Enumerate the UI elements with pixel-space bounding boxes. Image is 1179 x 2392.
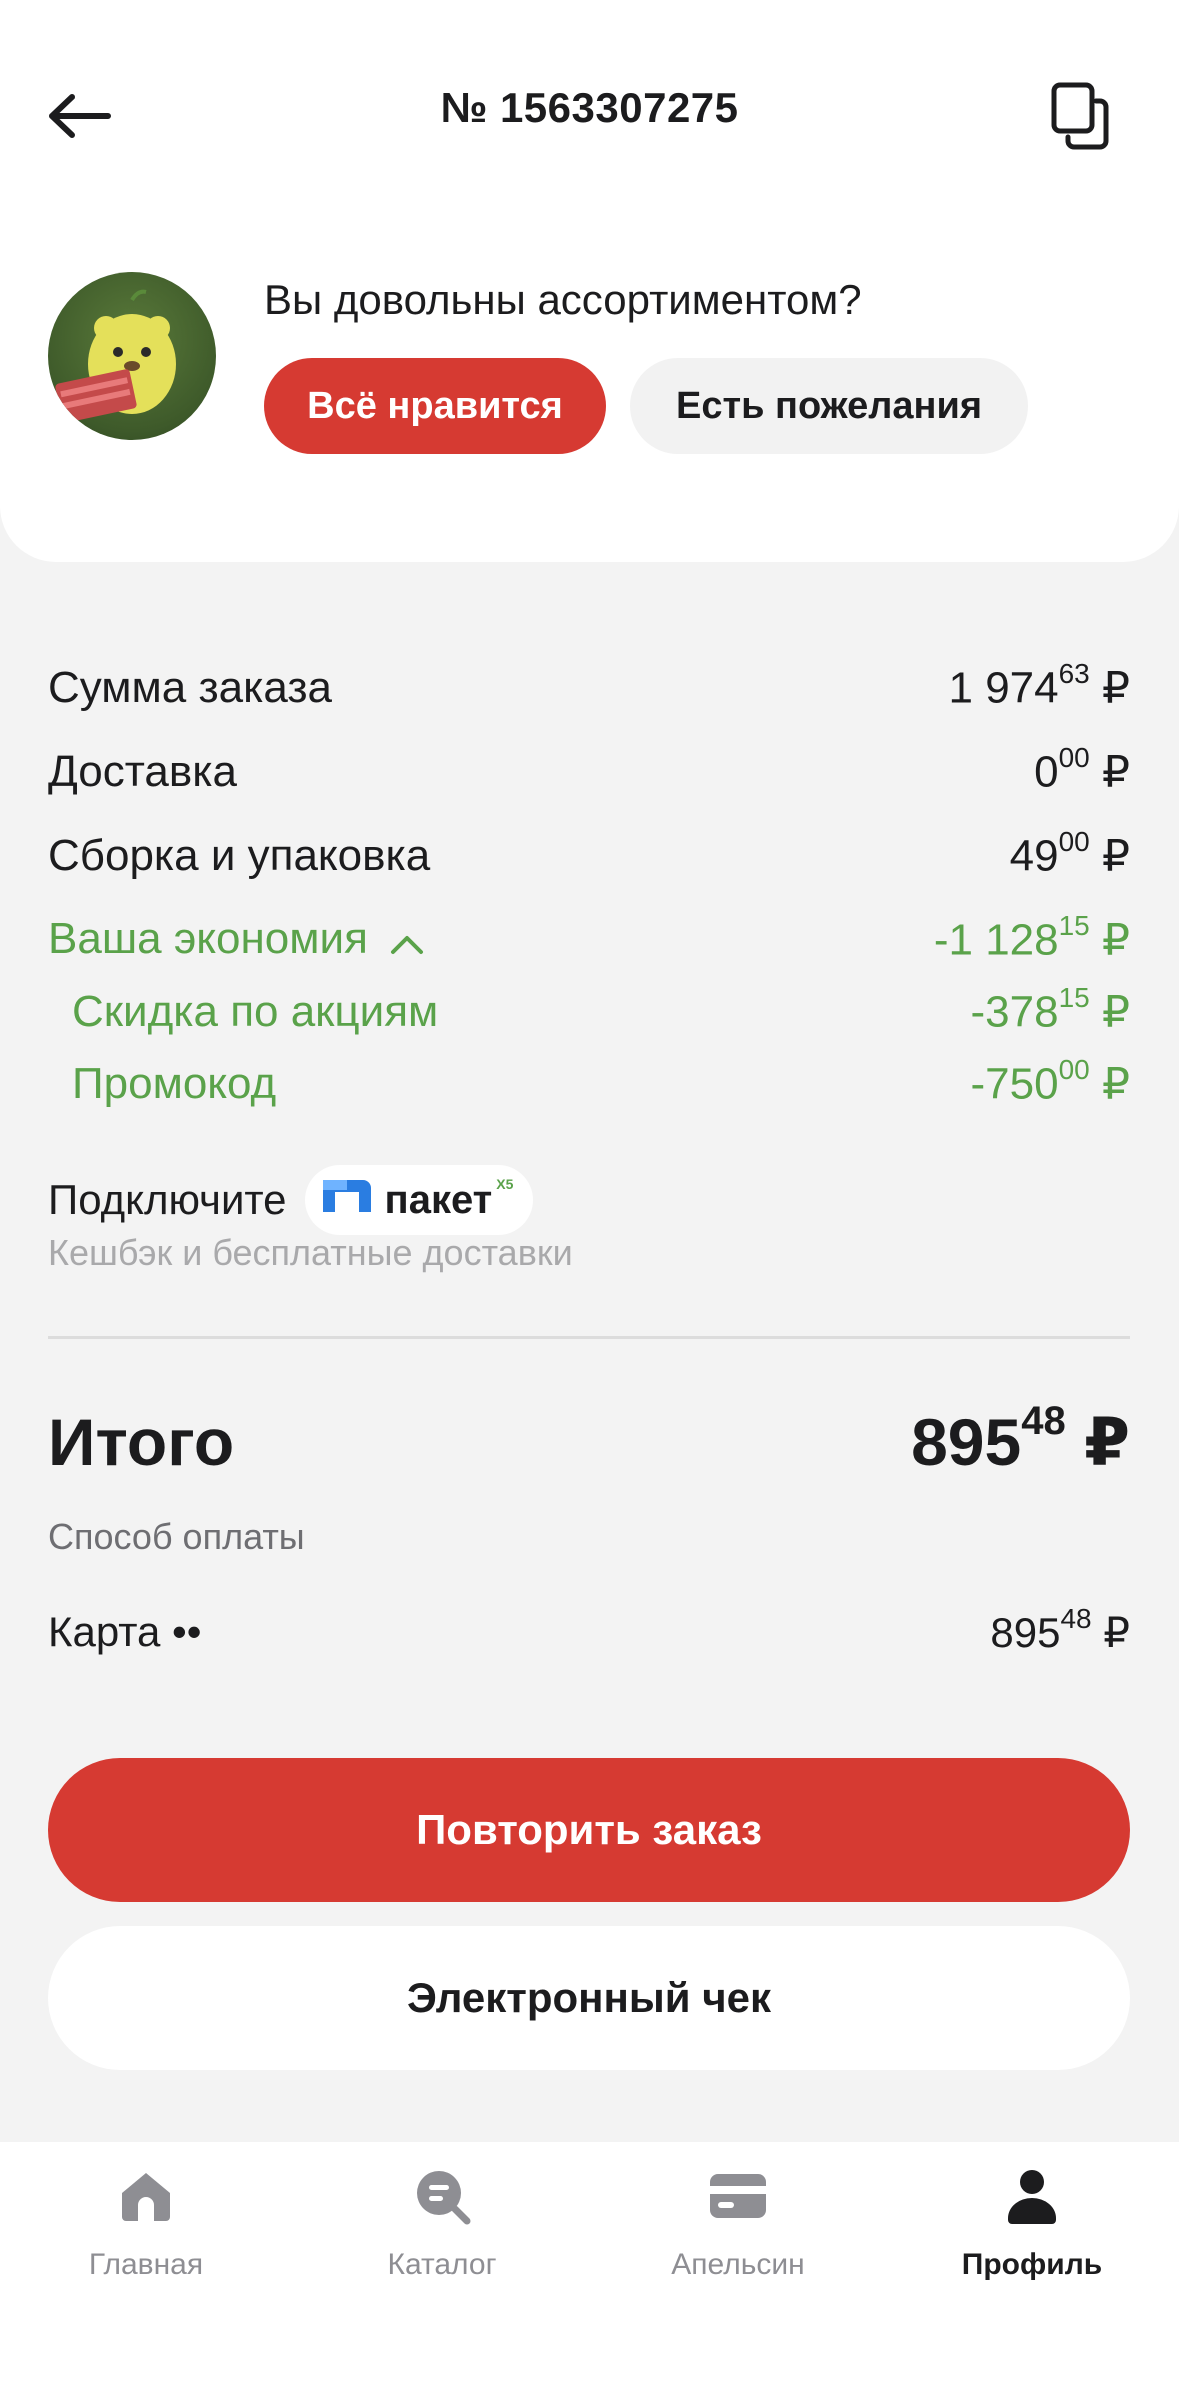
tab-catalog[interactable]: Каталог [342,2164,542,2304]
row-label: Скидка по акциям [72,987,439,1036]
paket-subtitle: Кешбэк и бесплатные доставки [48,1232,573,1273]
savings-label: Ваша экономия [48,914,424,966]
savings-amount: -1 12815 ₽ [933,910,1130,965]
paket-connect-label: Подключите [48,1176,287,1223]
row-amount: 4900 ₽ [1009,826,1130,881]
row-label: Сборка и упаковка [48,831,431,880]
row-label: Промокод [72,1059,277,1108]
total-row: Итого 89548 ₽ [48,1392,1130,1492]
promo-discount-row: Скидка по акциям -37815 ₽ [72,982,1130,1042]
assembly-row: Сборка и упаковка 4900 ₽ [48,826,1130,886]
tab-label: Апельсин [671,2248,805,2281]
repeat-order-button[interactable]: Повторить заказ [48,1758,1130,1902]
paket-promo[interactable]: Подключите пакет X5 [48,1164,534,1236]
divider [48,1336,1130,1339]
catalog-search-icon [410,2164,474,2228]
tab-label: Каталог [387,2248,497,2281]
tab-bar: Главная Каталог Апельсин Профиль [0,2142,1179,2392]
row-label: Доставка [48,747,237,796]
tab-apelsin[interactable]: Апельсин [638,2164,838,2304]
chevron-up-icon [390,916,424,966]
payment-card-row: Карта •• 89548 ₽ [48,1602,1130,1662]
row-amount: -37815 ₽ [970,982,1130,1037]
like-all-button[interactable]: Всё нравится [264,358,606,454]
total-amount: 89548 ₽ [911,1398,1130,1479]
delivery-row: Доставка 000 ₽ [48,742,1130,802]
order-number-title: № 1563307275 [440,84,739,131]
mascot-avatar [48,272,216,440]
e-receipt-button[interactable]: Электронный чек [48,1926,1130,2070]
copy-button[interactable] [1040,78,1120,158]
card-amount: 89548 ₽ [990,1603,1130,1656]
card-method: Карта •• [48,1608,202,1655]
row-amount: -75000 ₽ [970,1054,1130,1109]
survey-question: Вы довольны ассортиментом? [264,276,862,323]
tab-label: Профиль [961,2248,1103,2281]
card-icon [706,2164,770,2228]
payment-method-label: Способ оплаты [48,1516,305,1557]
row-amount: 000 ₽ [1034,742,1130,797]
paket-mark-icon [319,1176,375,1224]
profile-icon [1000,2164,1064,2228]
tab-label: Главная [88,2248,204,2281]
nav-bar: № 1563307275 [0,60,1179,170]
paket-logo: пакет X5 [304,1165,534,1235]
home-icon [114,2164,178,2228]
have-wishes-button[interactable]: Есть пожелания [630,358,1028,454]
tab-profile[interactable]: Профиль [932,2164,1132,2304]
order-sum-row: Сумма заказа 1 97463 ₽ [48,658,1130,718]
total-label: Итого [48,1405,235,1479]
row-label: Сумма заказа [48,663,332,712]
copy-icon [1050,81,1110,156]
row-amount: 1 97463 ₽ [948,658,1131,713]
savings-toggle[interactable]: Ваша экономия -1 12815 ₽ [48,910,1130,970]
tab-home[interactable]: Главная [46,2164,246,2304]
promocode-row: Промокод -75000 ₽ [72,1054,1130,1114]
